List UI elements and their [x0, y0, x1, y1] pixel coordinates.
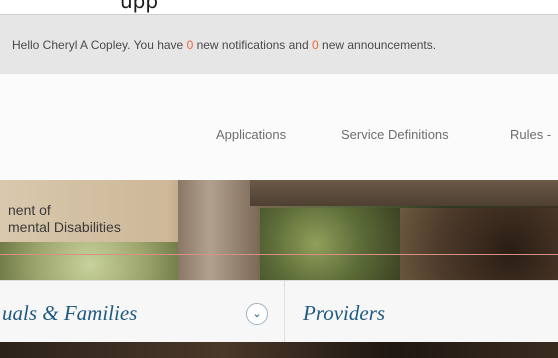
hero-wood-beam: [250, 180, 558, 206]
nav-item-rules[interactable]: Rules -: [510, 127, 551, 142]
tab-individuals-families[interactable]: uals & Families: [2, 301, 137, 326]
nav-item-applications[interactable]: Applications: [216, 127, 286, 142]
audience-tabs: uals & Families ⌄ Providers: [0, 280, 558, 343]
hero-foliage-left: [0, 242, 180, 280]
hero-foliage-center: [260, 208, 400, 280]
tab-providers[interactable]: Providers: [303, 301, 385, 326]
page-header-clip: upp: [0, 0, 558, 14]
hero-shadow-right: [400, 208, 558, 280]
tab-divider: [284, 281, 285, 343]
notification-suffix: new announcements.: [318, 38, 437, 52]
department-line-2: mental Disabilities: [8, 219, 121, 235]
bottom-image-strip: [0, 342, 558, 358]
header-text-clipped: upp: [120, 0, 159, 13]
nav-item-service-definitions[interactable]: Service Definitions: [341, 127, 449, 142]
notification-message: Hello Cheryl A Copley. You have 0 new no…: [12, 38, 436, 52]
announcements-count[interactable]: 0: [312, 38, 319, 52]
department-logo-text: nent of mental Disabilities: [8, 202, 121, 236]
department-line-1: nent of: [8, 202, 51, 218]
notification-middle: new notifications and: [193, 38, 312, 52]
main-nav: Applications Service Definitions Rules -: [0, 74, 558, 180]
notification-bar: Hello Cheryl A Copley. You have 0 new no…: [0, 14, 558, 74]
hero-wood-post: [178, 180, 258, 280]
hero-banner: nent of mental Disabilities: [0, 180, 558, 280]
chevron-down-icon[interactable]: ⌄: [246, 303, 268, 325]
notification-prefix: Hello Cheryl A Copley. You have: [12, 38, 187, 52]
hero-divider-line: [0, 254, 558, 255]
